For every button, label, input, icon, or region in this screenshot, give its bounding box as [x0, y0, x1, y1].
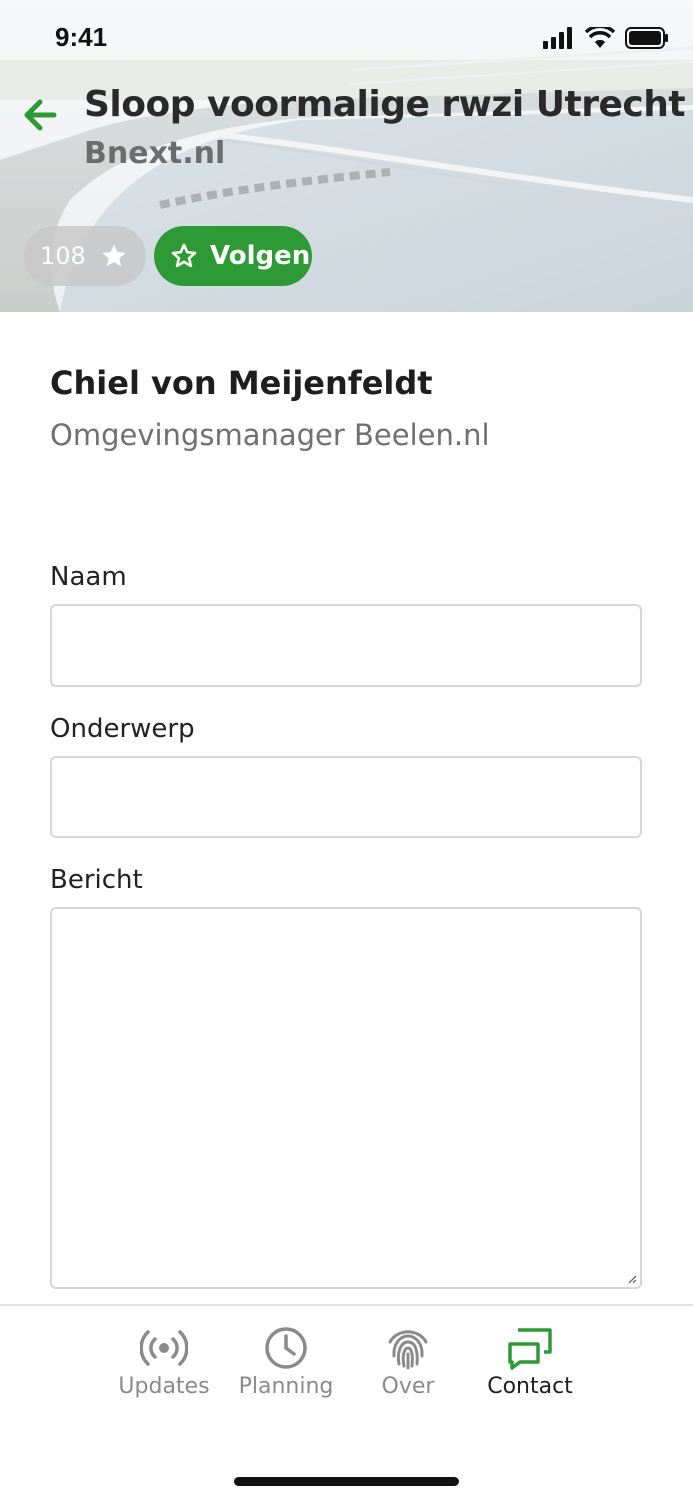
tab-over[interactable]: Over	[348, 1326, 468, 1399]
subject-field-wrapper	[50, 756, 642, 838]
follow-button-label: Volgen	[210, 241, 311, 271]
fingerprint-icon	[388, 1330, 428, 1370]
tab-over-label: Over	[381, 1374, 435, 1399]
message-label: Bericht	[50, 865, 143, 895]
home-indicator[interactable]	[234, 1477, 459, 1486]
project-source: Bnext.nl	[84, 136, 226, 171]
tab-updates[interactable]: Updates	[104, 1326, 224, 1399]
tab-contact[interactable]: Contact	[470, 1326, 590, 1399]
tab-planning-label: Planning	[238, 1374, 334, 1399]
resize-handle-icon[interactable]	[627, 1274, 637, 1284]
battery-icon	[625, 27, 668, 49]
broadcast-icon	[140, 1330, 188, 1366]
bottom-tab-bar: Updates Planning Over Contact	[0, 1304, 693, 1502]
signal-icon	[543, 27, 572, 49]
star-outline-icon	[171, 243, 197, 268]
status-time: 9:41	[55, 22, 108, 52]
contact-name: Chiel von Meijenfeldt	[50, 364, 433, 402]
status-icons	[543, 27, 669, 49]
wifi-icon	[585, 27, 615, 48]
status-bar: 9:41	[0, 0, 693, 78]
message-textarea[interactable]	[52, 909, 640, 1287]
clock-icon	[265, 1327, 307, 1369]
name-field-wrapper	[50, 604, 642, 687]
star-filled-icon	[102, 244, 126, 267]
tab-contact-label: Contact	[487, 1374, 573, 1399]
tab-updates-label: Updates	[118, 1374, 210, 1399]
contact-role: Omgevingsmanager Beelen.nl	[50, 418, 490, 452]
message-field-wrapper	[50, 907, 642, 1289]
name-input[interactable]	[52, 606, 640, 685]
subject-input[interactable]	[52, 758, 640, 836]
project-title: Sloop voormalige rwzi Utrecht	[84, 84, 686, 125]
followers-count-badge: 108	[24, 226, 146, 286]
back-arrow-icon[interactable]	[20, 92, 66, 138]
subject-label: Onderwerp	[50, 714, 195, 744]
chat-icon	[508, 1328, 552, 1370]
tab-planning[interactable]: Planning	[226, 1326, 346, 1399]
project-header: 9:41 Sloop voormalige rwzi Utrecht Bnext…	[0, 0, 693, 312]
followers-count: 108	[40, 242, 86, 270]
follow-button[interactable]: Volgen	[154, 226, 312, 286]
name-label: Naam	[50, 562, 127, 592]
